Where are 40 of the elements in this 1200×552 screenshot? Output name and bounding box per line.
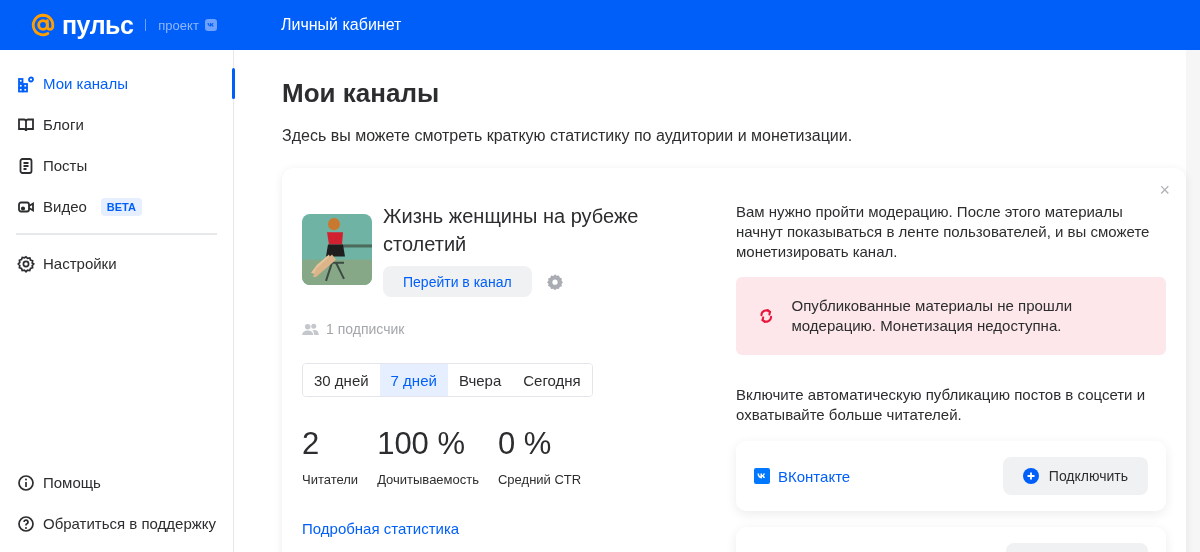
stat-value: 2 [302,426,321,462]
settings-icon[interactable] [545,272,564,291]
channel-title: Жизнь женщины на рубеже столетий [383,204,640,257]
vk-icon [204,19,217,31]
settings-icon [17,254,35,273]
header-title[interactable]: Личный кабинет [281,16,402,34]
sidebar-item[interactable]: Настройки [0,243,233,284]
statistics-link[interactable]: Подробная статистика [302,520,460,537]
autopost-text: Включите автоматическую публикацию постов в соцсети и охватывайте больше читателей. [736,385,1147,425]
stat-label: Средний CTR [498,472,582,487]
go-to-channel-button[interactable]: Перейти в канал [383,266,532,297]
at-sign-icon [30,12,56,38]
alert-text: Опубликованные материалы не прошли модерацию. Монетизация недоступна. [791,296,1073,336]
sidebar-item[interactable]: Видео BETA [0,186,233,227]
subscriber-count: 1 подписчик [326,321,405,337]
sidebar-item[interactable]: Блоги [0,104,233,145]
social-link[interactable]: ВКонтакте [754,467,851,485]
stat-label: Читатели [302,472,359,487]
logo-subtitle: проект [158,17,199,33]
moderation-text: Вам нужно пройти модерацию. После этого материалы начнут показываться в ленте пользователей, и вы сможете монетизировать канал. [736,202,1151,262]
sidebar-item[interactable]: Посты [0,145,233,186]
page-title: Мои каналы [282,77,441,110]
stat-value: 100 % [377,426,467,462]
connect-button[interactable]: Подключить [1002,457,1148,495]
people-icon [302,322,319,336]
sidebar-item[interactable]: Мои каналы [0,63,233,104]
stat-label: Дочитываемость [377,472,479,487]
period-tab[interactable]: 7 дней [379,364,448,396]
info-icon [17,473,35,492]
help-icon [17,514,35,533]
stat-value: 0 % [498,426,553,462]
page-description: Здесь вы можете смотреть краткую статистику по аудитории и монетизации. [282,126,854,146]
document-icon [17,156,35,175]
sidebar-item[interactable]: Обратиться в поддержку [0,503,233,544]
logo-text: пульс [62,10,134,40]
vk-icon [754,468,770,484]
plus-icon [1022,468,1039,484]
beta-badge: BETA [100,197,142,216]
sidebar-item[interactable]: Помощь [0,462,233,503]
grid-icon [17,74,35,93]
